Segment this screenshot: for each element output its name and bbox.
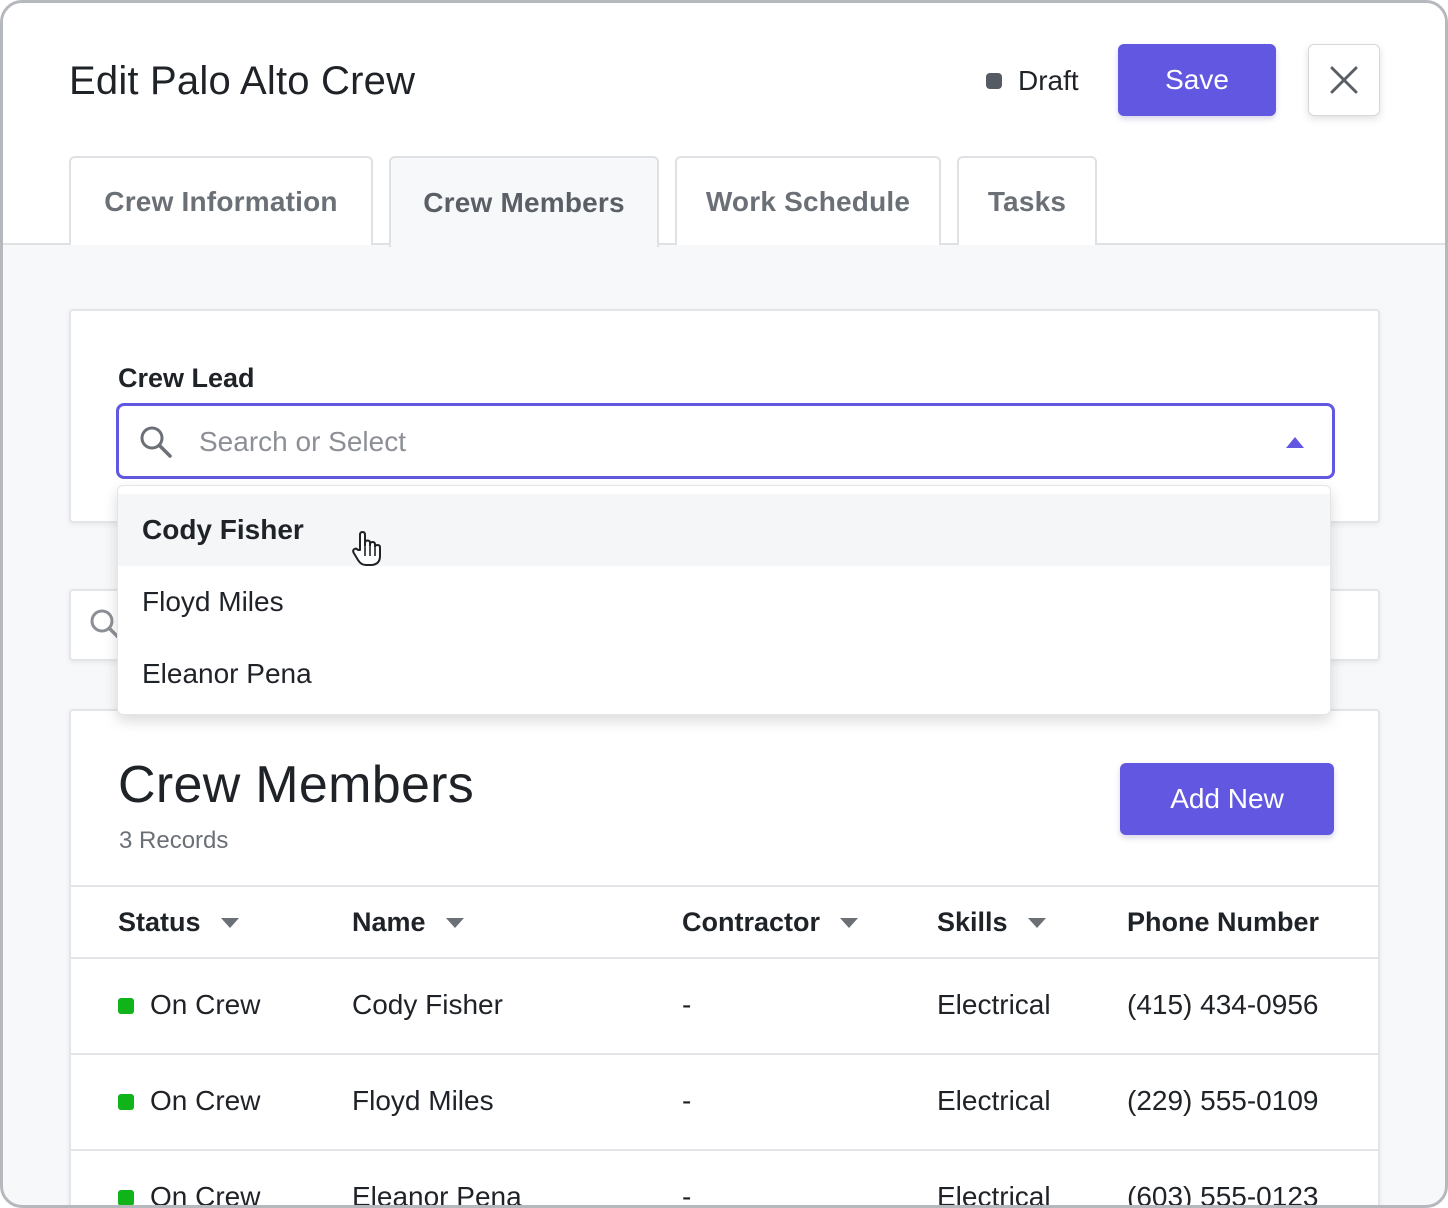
crew-lead-label: Crew Lead [118, 363, 255, 393]
edit-crew-window: Edit Palo Alto Crew Draft Save Crew Info… [0, 0, 1448, 1208]
contractor-cell: - [682, 1085, 692, 1116]
column-label: Phone Number [1127, 907, 1320, 937]
skills-cell: Electrical [937, 989, 1051, 1020]
save-button[interactable]: Save [1118, 44, 1276, 116]
option-label: Cody Fisher [142, 514, 304, 545]
option-label: Floyd Miles [142, 586, 284, 617]
contractor-cell: - [682, 989, 692, 1020]
close-button[interactable] [1308, 44, 1380, 116]
phone-cell: (415) 434-0956 [1127, 989, 1319, 1020]
page-title: Edit Palo Alto Crew [69, 59, 416, 103]
sort-caret-icon[interactable] [445, 917, 464, 928]
crew-members-card: Crew Members 3 Records Add New Status Na… [69, 709, 1380, 1208]
status-cell: On Crew [150, 989, 261, 1020]
crew-lead-dropdown: Cody Fisher Floyd Miles Eleanor Pena [117, 485, 1331, 715]
skills-cell: Electrical [937, 1085, 1051, 1116]
crew-lead-placeholder: Search or Select [199, 426, 406, 457]
add-new-button[interactable]: Add New [1120, 763, 1334, 835]
status-cell: On Crew [150, 1181, 261, 1208]
dropdown-option-eleanor-pena[interactable]: Eleanor Pena [118, 638, 1330, 710]
status-cell: On Crew [150, 1085, 261, 1116]
name-cell: Cody Fisher [352, 989, 503, 1020]
crew-lead-select[interactable]: Search or Select [116, 403, 1335, 479]
tab-tasks[interactable]: Tasks [957, 156, 1097, 245]
status-dot [118, 1190, 134, 1205]
status-dot [118, 1094, 134, 1110]
pointer-hand-icon [352, 531, 381, 566]
tab-work-schedule[interactable]: Work Schedule [675, 156, 941, 245]
column-label: Name [352, 907, 426, 937]
tab-crew-information[interactable]: Crew Information [69, 156, 373, 245]
dropdown-option-floyd-miles[interactable]: Floyd Miles [118, 566, 1330, 638]
phone-cell: (603) 555-0123 [1127, 1181, 1319, 1208]
column-header-phone: Phone Number [1127, 907, 1319, 938]
crew-members-title: Crew Members [118, 756, 475, 814]
column-header-name[interactable]: Name [352, 907, 464, 938]
phone-cell: (229) 555-0109 [1127, 1085, 1319, 1116]
status-dot [118, 998, 134, 1014]
column-header-skills[interactable]: Skills [937, 907, 1046, 938]
name-cell: Floyd Miles [352, 1085, 494, 1116]
search-icon [140, 426, 172, 458]
column-header-contractor[interactable]: Contractor [682, 907, 859, 938]
table-row[interactable]: On Crew Floyd Miles - Electrical (229) 5… [71, 1055, 1378, 1151]
draft-status-dot [986, 73, 1002, 89]
column-label: Skills [937, 907, 1008, 937]
column-label: Contractor [682, 907, 821, 937]
skills-cell: Electrical [937, 1181, 1051, 1208]
tab-crew-members[interactable]: Crew Members [389, 156, 659, 247]
column-header-status[interactable]: Status [118, 907, 239, 938]
table-row[interactable]: On Crew Cody Fisher - Electrical (415) 4… [71, 959, 1378, 1055]
table-header: Status Name Contractor Skills Phone Numb… [71, 885, 1378, 959]
records-count: 3 Records [119, 827, 229, 854]
draft-status-label: Draft [1018, 65, 1079, 96]
dropdown-option-cody-fisher[interactable]: Cody Fisher [118, 494, 1330, 566]
column-label: Status [118, 907, 201, 937]
contractor-cell: - [682, 1181, 692, 1208]
caret-up-icon[interactable] [1286, 437, 1304, 448]
sort-caret-icon[interactable] [220, 917, 239, 928]
name-cell: Eleanor Pena [352, 1181, 522, 1208]
sort-caret-icon[interactable] [840, 917, 859, 928]
close-icon [1330, 66, 1358, 94]
table-row[interactable]: On Crew Eleanor Pena - Electrical (603) … [71, 1151, 1378, 1208]
sort-caret-icon[interactable] [1027, 917, 1046, 928]
header-area: Edit Palo Alto Crew Draft Save Crew Info… [3, 3, 1445, 247]
option-label: Eleanor Pena [142, 658, 312, 689]
draft-status: Draft [986, 65, 1079, 97]
